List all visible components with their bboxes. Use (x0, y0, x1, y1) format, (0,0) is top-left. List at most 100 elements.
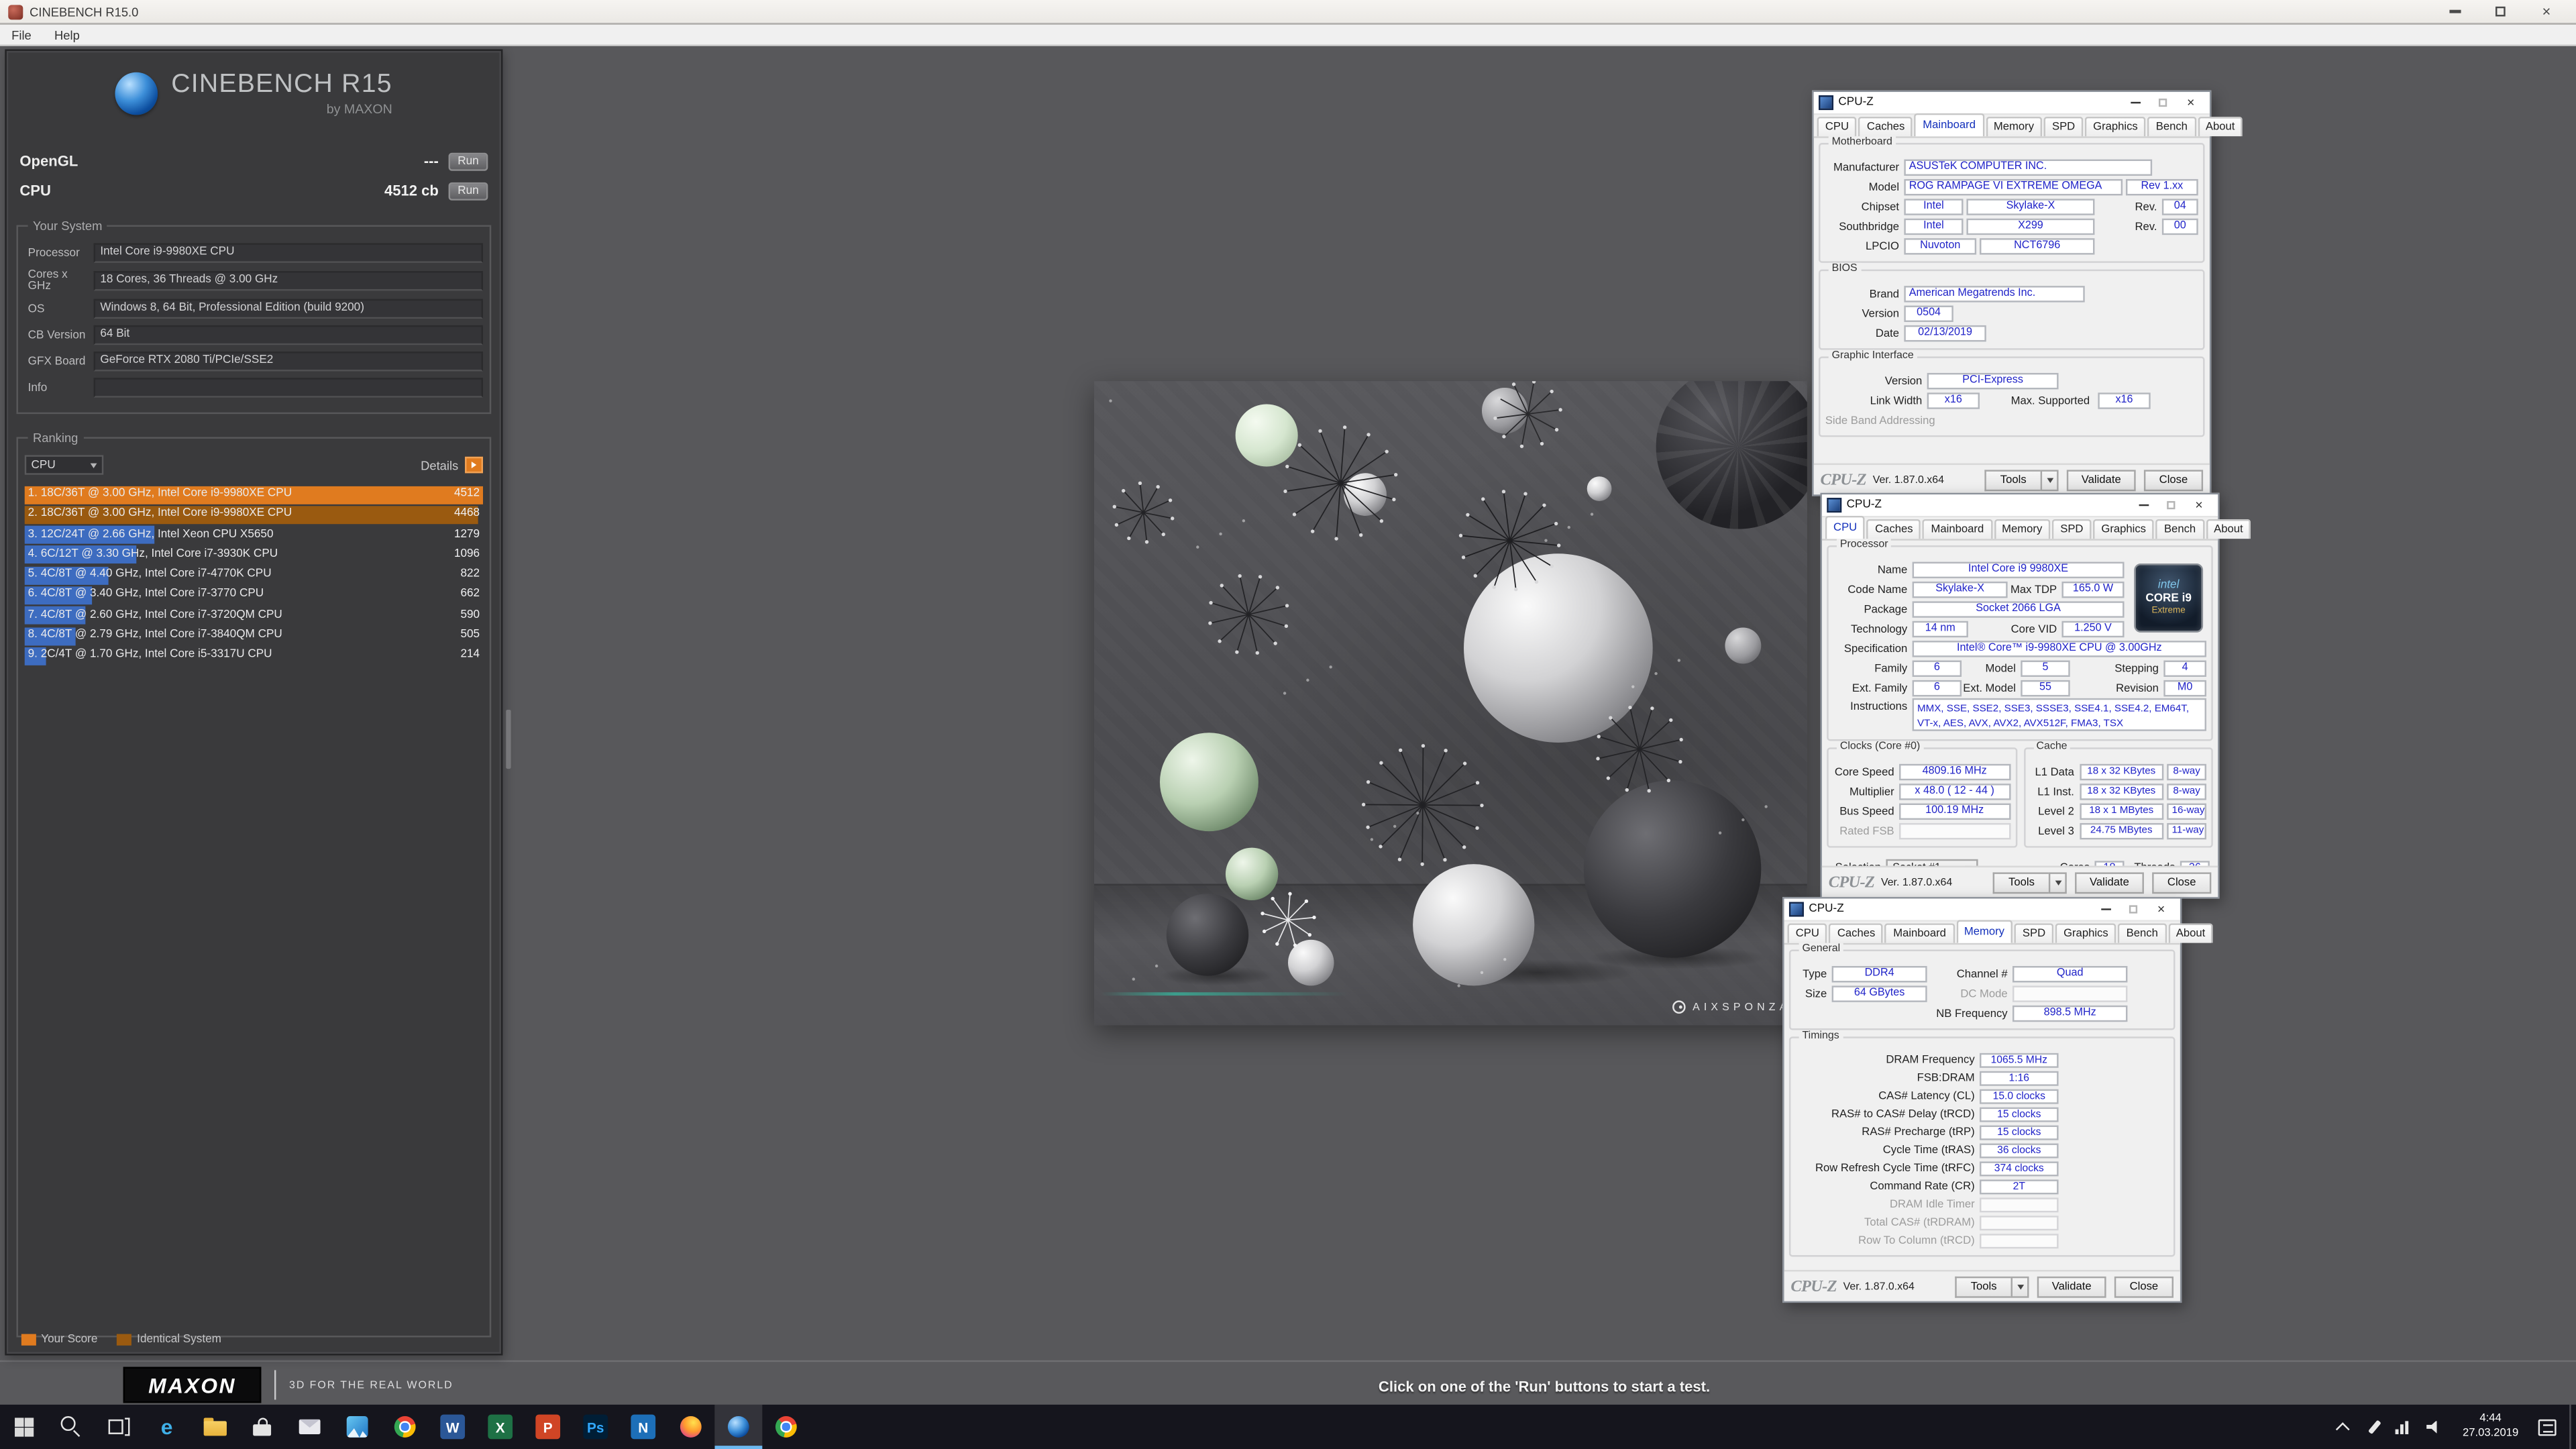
tab-spd[interactable]: SPD (2044, 117, 2084, 136)
ranking-row[interactable]: 5. 4C/8T @ 4.40 GHz, Intel Core i7-4770K… (25, 566, 483, 586)
menu-bar: File Help (0, 25, 2576, 46)
tab-mainboard[interactable]: Mainboard (1915, 113, 1984, 136)
tab-spd[interactable]: SPD (2015, 923, 2054, 943)
taskbar-icon-notepad[interactable]: N (619, 1405, 667, 1449)
tab-graphics[interactable]: Graphics (2055, 923, 2116, 943)
taskbar-icon-search[interactable] (48, 1405, 95, 1449)
taskbar-icon-store[interactable] (238, 1405, 286, 1449)
tab-bench[interactable]: Bench (2147, 117, 2196, 136)
maximize-button[interactable] (2492, 0, 2508, 24)
taskbar-icon-excel[interactable]: X (476, 1405, 524, 1449)
close-button[interactable]: × (2147, 898, 2176, 920)
tab-bench[interactable]: Bench (2156, 519, 2204, 539)
cpu-run-button[interactable]: Run (449, 182, 488, 200)
cpuz-titlebar[interactable]: CPU-Z × (1814, 92, 2210, 115)
taskbar-icon-browser[interactable] (762, 1405, 810, 1449)
close-dialog-button[interactable]: Close (2152, 871, 2211, 893)
taskbar-icon-powerpoint[interactable]: P (524, 1405, 572, 1449)
close-button[interactable]: × (2185, 494, 2213, 517)
ranking-row[interactable]: 9. 2C/4T @ 1.70 GHz, Intel Core i5-3317U… (25, 646, 483, 666)
tab-about[interactable]: About (2206, 519, 2251, 539)
taskbar-icon-mail[interactable] (286, 1405, 333, 1449)
ranking-row[interactable]: 2. 18C/36T @ 3.00 GHz, Intel Core i9-998… (25, 505, 483, 525)
ranking-row[interactable]: 1. 18C/36T @ 3.00 GHz, Intel Core i9-998… (25, 484, 483, 504)
tools-dropdown-arrow[interactable] (2049, 871, 2067, 893)
close-dialog-button[interactable]: Close (2144, 469, 2203, 490)
tab-mainboard[interactable]: Mainboard (1885, 923, 1954, 943)
tools-button[interactable]: Tools (1955, 1276, 2010, 1297)
field-label: Chipset (1825, 201, 1904, 213)
taskbar-icon-firefox[interactable] (667, 1405, 714, 1449)
taskbar-icon-word[interactable]: W (429, 1405, 476, 1449)
tray-expand-icon[interactable] (2337, 1421, 2351, 1436)
network-icon[interactable] (2396, 1420, 2410, 1434)
ranking-filter-select[interactable]: CPU (25, 455, 104, 474)
pen-icon[interactable] (2369, 1420, 2381, 1434)
tab-cpu[interactable]: CPU (1817, 117, 1858, 136)
tab-about[interactable]: About (2198, 117, 2243, 136)
field-value: 1065.5 MHz (1980, 1053, 2059, 1068)
cpuz-titlebar[interactable]: CPU-Z × (1784, 899, 2180, 922)
tools-dropdown-arrow[interactable] (2011, 1276, 2029, 1297)
taskbar-icon-photos[interactable] (333, 1405, 381, 1449)
tab-mainboard[interactable]: Mainboard (1923, 519, 1992, 539)
menu-help[interactable]: Help (43, 27, 91, 42)
tab-memory[interactable]: Memory (1986, 117, 2043, 136)
taskbar-icon-task-view[interactable] (95, 1405, 143, 1449)
search-icon (61, 1416, 83, 1438)
tab-cpu[interactable]: CPU (1825, 516, 1866, 539)
taskbar-icon-cinebench[interactable] (714, 1405, 762, 1449)
tab-caches[interactable]: Caches (1859, 117, 1913, 136)
menu-file[interactable]: File (0, 27, 43, 42)
cinebench-titlebar[interactable]: CINEBENCH R15.0 × (0, 0, 2576, 25)
maximize-button[interactable] (2119, 898, 2147, 920)
system-row-label: OS (25, 303, 94, 315)
ranking-row[interactable]: 4. 6C/12T @ 3.30 GHz, Intel Core i7-3930… (25, 545, 483, 566)
panel-resize-grip[interactable] (506, 710, 511, 769)
details-button[interactable] (465, 457, 483, 473)
maximize-button[interactable] (2157, 494, 2186, 517)
validate-button[interactable]: Validate (2067, 469, 2136, 490)
close-button[interactable]: × (2538, 0, 2555, 24)
tab-memory[interactable]: Memory (1956, 920, 2013, 943)
tools-button[interactable]: Tools (1993, 871, 2049, 893)
show-desktop-button[interactable] (2569, 1405, 2576, 1449)
volume-icon[interactable] (2426, 1420, 2441, 1434)
action-center-icon[interactable] (2538, 1419, 2557, 1435)
tab-cpu[interactable]: CPU (1787, 923, 1827, 943)
minimize-button[interactable] (2129, 494, 2157, 517)
close-button[interactable]: × (2177, 91, 2205, 114)
maximize-icon (2167, 500, 2176, 509)
tab-graphics[interactable]: Graphics (2085, 117, 2146, 136)
timings-group: Timings DRAM Frequency1065.5 MHzFSB:DRAM… (1789, 1036, 2176, 1256)
clock[interactable]: 4:44 27.03.2019 (2463, 1413, 2518, 1441)
tab-caches[interactable]: Caches (1867, 519, 1921, 539)
ranking-row[interactable]: 6. 4C/8T @ 3.40 GHz, Intel Core i7-3770 … (25, 586, 483, 606)
tools-button[interactable]: Tools (1984, 469, 2040, 490)
validate-button[interactable]: Validate (2075, 871, 2144, 893)
taskbar-icon-file-explorer[interactable] (191, 1405, 238, 1449)
timing-row: Cycle Time (tRAS)36 clocks (1796, 1142, 2169, 1160)
maximize-button[interactable] (2149, 91, 2177, 114)
validate-button[interactable]: Validate (2037, 1276, 2106, 1297)
taskbar-icon-start[interactable] (0, 1405, 48, 1449)
close-dialog-button[interactable]: Close (2114, 1276, 2174, 1297)
taskbar-icon-photoshop[interactable]: Ps (572, 1405, 619, 1449)
opengl-run-button[interactable]: Run (449, 152, 488, 170)
minimize-button[interactable] (2121, 91, 2149, 114)
ranking-row[interactable]: 3. 12C/24T @ 2.66 GHz, Intel Xeon CPU X5… (25, 525, 483, 545)
tab-about[interactable]: About (2168, 923, 2214, 943)
tab-spd[interactable]: SPD (2052, 519, 2092, 539)
minimize-button[interactable] (2092, 898, 2120, 920)
tools-dropdown-arrow[interactable] (2041, 469, 2059, 490)
tab-memory[interactable]: Memory (1994, 519, 2051, 539)
ranking-row[interactable]: 7. 4C/8T @ 2.60 GHz, Intel Core i7-3720Q… (25, 606, 483, 626)
cpuz-titlebar[interactable]: CPU-Z × (1822, 494, 2218, 517)
tab-bench[interactable]: Bench (2118, 923, 2166, 943)
ranking-row[interactable]: 8. 4C/8T @ 2.79 GHz, Intel Core i7-3840Q… (25, 626, 483, 646)
taskbar-icon-edge[interactable]: e (143, 1405, 191, 1449)
tab-graphics[interactable]: Graphics (2093, 519, 2154, 539)
minimize-button[interactable] (2447, 0, 2463, 24)
taskbar-icon-chrome[interactable] (381, 1405, 429, 1449)
tab-caches[interactable]: Caches (1829, 923, 1884, 943)
